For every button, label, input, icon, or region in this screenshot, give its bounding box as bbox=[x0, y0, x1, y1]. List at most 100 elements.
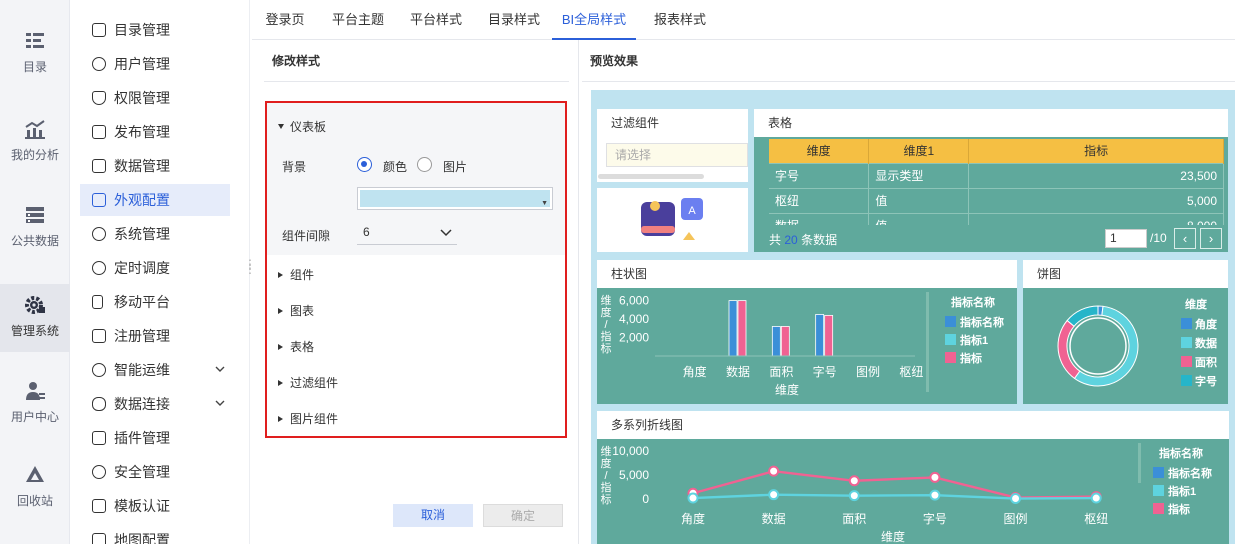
rail-item-recycle[interactable]: 回收站 bbox=[0, 454, 70, 520]
rail-item-my-analysis[interactable]: 我的分析 bbox=[0, 108, 70, 174]
menu-item-label: 地图配置 bbox=[114, 532, 170, 544]
y-axis-label: 指 bbox=[601, 480, 612, 494]
gear-icon bbox=[92, 227, 106, 241]
series-line bbox=[692, 469, 1097, 499]
section-dashboard[interactable]: 仪表板 bbox=[278, 118, 326, 135]
panel-resize-handle[interactable]: ⋮ ⋮ bbox=[244, 258, 256, 275]
color-swatch bbox=[360, 190, 550, 207]
section-component[interactable]: 组件 bbox=[278, 266, 314, 283]
filter-scrollbar[interactable] bbox=[598, 174, 704, 179]
menu-item-label: 用户管理 bbox=[114, 56, 170, 72]
menu-item-permissions[interactable]: 权限管理 bbox=[80, 82, 230, 114]
bar bbox=[737, 300, 747, 357]
table-header-row: 维度 维度1 指标 bbox=[769, 139, 1224, 163]
menu-item-map[interactable]: 地图配置 bbox=[80, 524, 230, 544]
menu-item-catalog[interactable]: 目录管理 bbox=[80, 14, 230, 46]
confirm-button[interactable]: 确定 bbox=[483, 504, 563, 527]
menu-item-label: 目录管理 bbox=[114, 22, 170, 38]
menu-item-label: 数据连接 bbox=[114, 396, 170, 412]
line-chart-card: 多系列折线图 维度 / 指标 0 5,000 10,000 角度 数据 面积 字号 图例 枢纽 维度 指标… bbox=[597, 411, 1229, 544]
rail-item-management[interactable]: 管理系统 bbox=[0, 284, 70, 352]
user-icon bbox=[92, 57, 106, 71]
page-input[interactable]: 1 bbox=[1105, 229, 1147, 248]
legend-title: 指标名称 bbox=[1159, 446, 1203, 460]
legend-swatch bbox=[1181, 356, 1192, 367]
caret-right-icon bbox=[278, 379, 283, 386]
section-image[interactable]: 图片组件 bbox=[278, 410, 338, 427]
menu-item-label: 注册管理 bbox=[114, 328, 170, 344]
tab-platform-theme[interactable]: 平台主题 bbox=[330, 0, 386, 40]
section-label: 仪表板 bbox=[290, 120, 327, 134]
table-row: 字号 显示类型 23,500 bbox=[769, 162, 1224, 188]
table-cell: 字号 bbox=[769, 162, 870, 188]
x-tick-label: 图例 bbox=[856, 365, 880, 379]
tab-platform-style[interactable]: 平台样式 bbox=[408, 0, 464, 40]
table-cell: 23,500 bbox=[968, 162, 1224, 188]
menu-item-registration[interactable]: 注册管理 bbox=[80, 320, 230, 352]
rail-item-public-data[interactable]: 公共数据 bbox=[0, 194, 70, 260]
gap-label: 组件间隙 bbox=[282, 229, 331, 243]
data-point bbox=[848, 475, 860, 487]
x-tick-label: 字号 bbox=[923, 511, 947, 526]
tab-bi-global-style[interactable]: BI全局样式 bbox=[552, 0, 636, 40]
section-chart[interactable]: 图表 bbox=[278, 302, 314, 319]
plugin-icon bbox=[92, 431, 106, 445]
menu-item-users[interactable]: 用户管理 bbox=[80, 48, 230, 80]
data-point bbox=[929, 471, 941, 483]
bg-color-picker[interactable]: ▼ bbox=[357, 187, 553, 210]
rail-item-user-center[interactable]: 用户中心 bbox=[0, 370, 70, 436]
rail-label: 公共数据 bbox=[10, 234, 59, 248]
prev-page-button[interactable]: ‹ bbox=[1174, 228, 1196, 249]
style-tabs: 登录页 平台主题 平台样式 目录样式 BI全局样式 报表样式 bbox=[252, 0, 1235, 40]
menu-item-schedule[interactable]: 定时调度 bbox=[80, 252, 230, 284]
radio-color[interactable] bbox=[357, 157, 372, 172]
menu-item-publish[interactable]: 发布管理 bbox=[80, 116, 230, 148]
cancel-button[interactable]: 取消 bbox=[393, 504, 473, 527]
table-total: 共 20 条数据 bbox=[769, 231, 837, 248]
filter-select[interactable]: 请选择 bbox=[606, 143, 748, 167]
menu-item-ops[interactable]: 智能运维 bbox=[80, 354, 230, 386]
tab-login[interactable]: 登录页 bbox=[262, 0, 308, 40]
link-icon bbox=[92, 397, 106, 411]
menu-item-security[interactable]: 安全管理 bbox=[80, 456, 230, 488]
x-tick-label: 枢纽 bbox=[899, 364, 923, 379]
bar bbox=[771, 326, 781, 357]
dropdown-icon: ▼ bbox=[541, 200, 548, 207]
data-icon bbox=[92, 159, 106, 173]
line-chart-title: 多系列折线图 bbox=[597, 411, 1229, 439]
data-point bbox=[687, 492, 699, 504]
section-filter[interactable]: 过滤组件 bbox=[278, 374, 338, 391]
gap-select[interactable]: 6 bbox=[357, 222, 457, 245]
rail-label: 管理系统 bbox=[10, 324, 59, 338]
legend-swatch bbox=[945, 352, 956, 363]
caret-right-icon bbox=[278, 307, 283, 314]
y-axis-label: 维 bbox=[601, 445, 612, 458]
shield-icon bbox=[92, 91, 106, 105]
menu-item-data[interactable]: 数据管理 bbox=[80, 150, 230, 182]
table-cell: 显示类型 bbox=[868, 162, 970, 188]
menu-item-plugins[interactable]: 插件管理 bbox=[80, 422, 230, 454]
rail-item-catalog[interactable]: 目录 bbox=[0, 20, 70, 86]
menu-item-connection[interactable]: 数据连接 bbox=[80, 388, 230, 420]
section-label: 组件 bbox=[290, 268, 315, 282]
menu-item-appearance[interactable]: 外观配置 bbox=[80, 184, 230, 216]
x-tick-label: 数据 bbox=[762, 511, 786, 526]
radio-image[interactable] bbox=[417, 157, 432, 172]
menu-item-system[interactable]: 系统管理 bbox=[80, 218, 230, 250]
section-label: 图表 bbox=[290, 304, 315, 318]
menu-item-certification[interactable]: 模板认证 bbox=[80, 490, 230, 522]
tab-report-style[interactable]: 报表样式 bbox=[652, 0, 708, 40]
menu-item-mobile[interactable]: 移动平台 bbox=[80, 286, 230, 318]
data-point bbox=[768, 465, 780, 477]
x-tick-label: 枢纽 bbox=[1084, 511, 1108, 526]
ops-icon bbox=[92, 363, 106, 377]
chevron-down-icon bbox=[440, 229, 452, 237]
section-table[interactable]: 表格 bbox=[278, 338, 314, 355]
rail-label: 用户中心 bbox=[10, 410, 59, 424]
y-axis-label: 标 bbox=[601, 492, 612, 506]
next-page-button[interactable]: › bbox=[1200, 228, 1222, 249]
clock-icon bbox=[92, 261, 106, 275]
tab-catalog-style[interactable]: 目录样式 bbox=[486, 0, 542, 40]
table-card-title: 表格 bbox=[754, 109, 1228, 137]
table-header: 维度1 bbox=[868, 139, 970, 163]
